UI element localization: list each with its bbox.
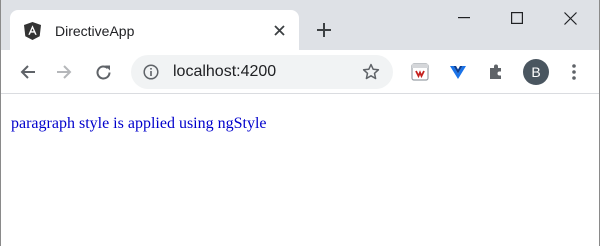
close-icon <box>563 11 577 25</box>
new-tab-button[interactable] <box>314 20 334 40</box>
vue-extension-icon <box>450 66 466 79</box>
maximize-button[interactable] <box>494 0 540 36</box>
close-icon <box>273 24 285 36</box>
arrow-left-icon <box>20 65 35 79</box>
plus-icon <box>317 23 331 37</box>
extensions-button[interactable] <box>486 62 506 82</box>
puzzle-icon <box>490 64 501 79</box>
page-content: paragraph style is applied using ngStyle <box>1 95 599 246</box>
tab-title: DirectiveApp <box>55 23 135 39</box>
more-vertical-icon <box>572 64 576 80</box>
profile-avatar-button[interactable]: B <box>523 59 549 85</box>
tab-directiveapp[interactable]: DirectiveApp <box>10 10 299 50</box>
reload-icon <box>96 65 110 79</box>
back-button[interactable] <box>16 60 40 84</box>
info-icon[interactable] <box>143 64 159 80</box>
star-icon[interactable] <box>362 63 380 81</box>
minimize-icon <box>458 17 470 19</box>
maximize-icon <box>511 12 523 24</box>
tab-strip: DirectiveApp <box>1 0 599 50</box>
minimize-button[interactable] <box>441 0 487 36</box>
browser-toolbar: localhost:4200 B <box>1 50 599 94</box>
close-window-button[interactable] <box>547 0 593 36</box>
close-tab-button[interactable] <box>271 22 287 38</box>
browser-menu-button[interactable] <box>567 60 581 84</box>
address-bar[interactable]: localhost:4200 <box>131 55 393 89</box>
styled-paragraph: paragraph style is applied using ngStyle <box>11 115 267 132</box>
calendar-extension-icon <box>411 63 429 81</box>
arrow-right-icon <box>57 65 72 79</box>
avatar-initial: B <box>531 64 541 80</box>
reload-button[interactable] <box>91 60 115 84</box>
url-text[interactable]: localhost:4200 <box>173 62 276 82</box>
angular-logo-icon <box>24 22 41 40</box>
extension-button-vue[interactable] <box>448 62 468 82</box>
forward-button[interactable] <box>52 60 76 84</box>
extension-button-calendar[interactable] <box>410 62 430 82</box>
browser-window: DirectiveApp localhost:4200 B paragraph … <box>0 0 600 246</box>
